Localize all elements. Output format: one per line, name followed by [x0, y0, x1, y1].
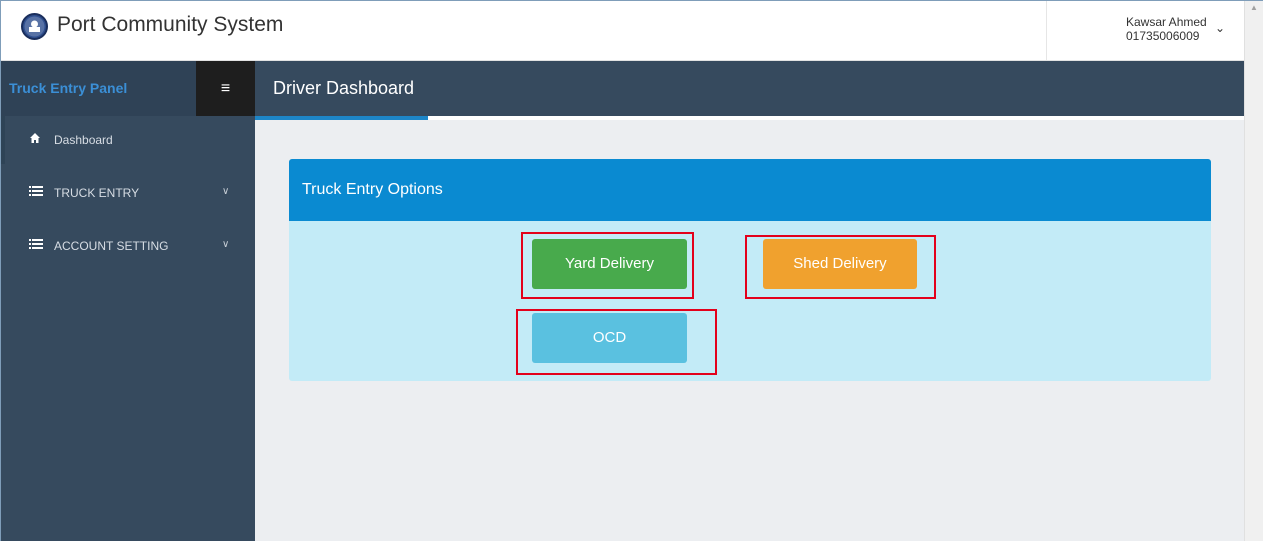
panel-title: Truck Entry Options — [302, 181, 443, 198]
sidebar-item-dashboard[interactable]: Dashboard — [1, 116, 255, 164]
user-name: Kawsar Ahmed — [1126, 15, 1207, 29]
highlight-box-ocd — [516, 309, 717, 375]
active-indicator — [1, 116, 5, 164]
user-phone: 01735006009 — [1126, 29, 1200, 43]
port-logo-icon — [21, 13, 48, 40]
highlight-box-shed-delivery — [745, 235, 936, 299]
sidebar: Truck Entry Panel ≡ Dashboard TRUCK ENTR… — [1, 61, 255, 541]
hamburger-icon[interactable]: ≡ — [196, 61, 255, 116]
sidebar-item-label: TRUCK ENTRY — [54, 186, 140, 200]
top-header: Port Community System Kawsar Ahmed 01735… — [1, 1, 1244, 61]
scroll-up-arrow-icon[interactable]: ▲ — [1250, 3, 1258, 12]
sidebar-item-truck-entry[interactable]: TRUCK ENTRY ∨ — [1, 169, 255, 217]
list-icon — [29, 185, 43, 200]
sidebar-item-label: ACCOUNT SETTING — [54, 239, 169, 253]
chevron-down-icon: ∨ — [222, 186, 230, 197]
list-icon — [29, 238, 43, 253]
sidebar-item-label: Dashboard — [54, 133, 113, 147]
vertical-scrollbar[interactable]: ▲ — [1244, 1, 1263, 541]
panel-header: Truck Entry Options — [289, 159, 1211, 221]
home-icon — [29, 132, 41, 147]
main-header: Driver Dashboard — [255, 61, 1244, 116]
highlight-box-yard-delivery — [521, 232, 694, 299]
app-title: Port Community System — [57, 13, 284, 36]
sidebar-item-account-setting[interactable]: ACCOUNT SETTING ∨ — [1, 222, 255, 270]
sidebar-header: Truck Entry Panel ≡ — [1, 61, 255, 116]
chevron-down-icon: ∨ — [222, 239, 230, 250]
chevron-down-icon[interactable]: ⌄ — [1215, 21, 1225, 35]
user-menu[interactable]: Kawsar Ahmed 01735006009 ⌄ — [1046, 1, 1244, 60]
page-title: Driver Dashboard — [273, 78, 415, 98]
sidebar-panel-title: Truck Entry Panel — [9, 80, 128, 96]
